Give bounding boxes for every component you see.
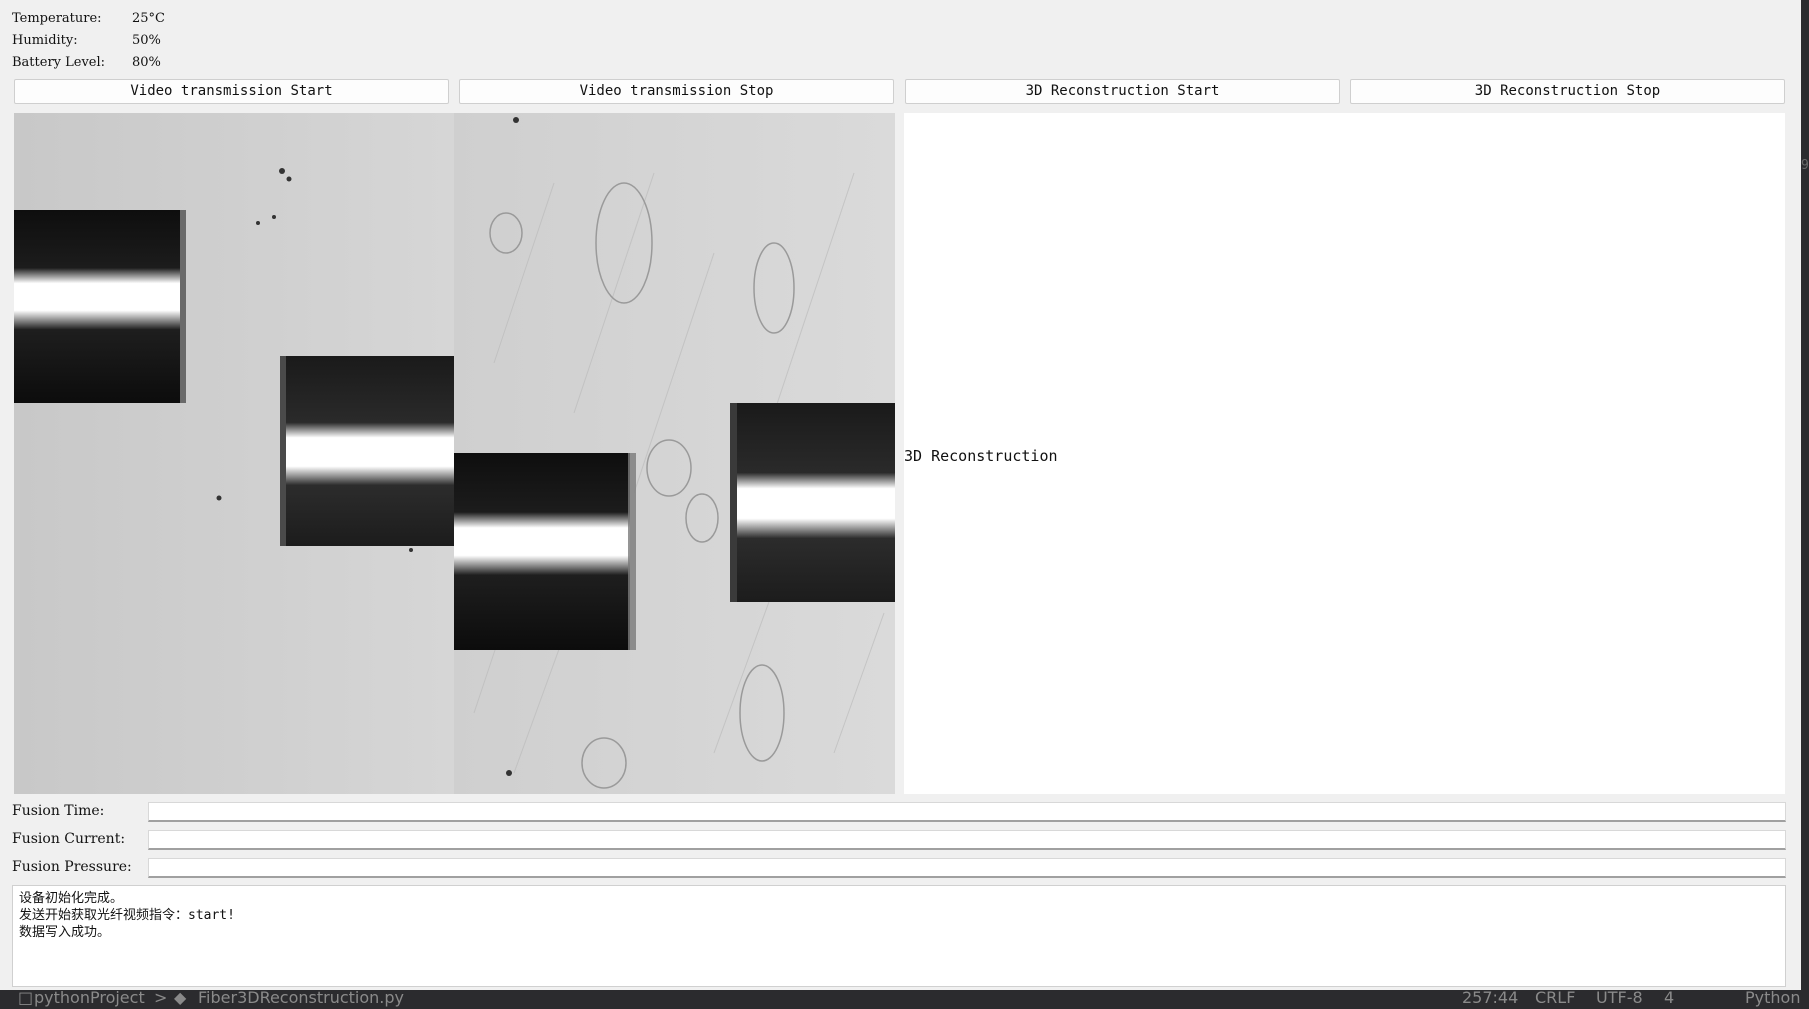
battery-label: Battery Level: xyxy=(12,55,106,70)
ide-status-bar: □ pythonProject > ◆ Fiber3DReconstructio… xyxy=(0,990,1809,1009)
interpreter[interactable]: Python xyxy=(1745,990,1800,1007)
indent[interactable]: 4 xyxy=(1664,990,1674,1007)
encoding[interactable]: UTF-8 xyxy=(1596,990,1643,1007)
reconstruction-label: 3D Reconstruction xyxy=(904,447,1058,465)
ide-gutter-glyph: 9 xyxy=(1801,158,1809,173)
temperature-row: Temperature: 25°C xyxy=(12,11,165,26)
log-line: 发送开始获取光纤视频指令：start! xyxy=(19,908,235,923)
app-window: Temperature: 25°C Humidity: 50% Battery Le… xyxy=(0,0,1801,998)
humidity-value: 50% xyxy=(132,33,161,48)
video-stop-button[interactable]: Video transmission Stop xyxy=(459,79,894,104)
reconstruction-panel: 3D Reconstruction xyxy=(904,113,1785,794)
python-file-icon: ◆ xyxy=(174,990,187,1007)
fiber-microscope-image xyxy=(14,113,895,794)
video-start-button[interactable]: Video transmission Start xyxy=(14,79,449,104)
fusion-pressure-field[interactable] xyxy=(148,858,1786,878)
file-name[interactable]: Fiber3DReconstruction.py xyxy=(198,990,404,1007)
temperature-label: Temperature: xyxy=(12,11,102,26)
project-icon: □ xyxy=(18,990,34,1007)
fusion-time-field[interactable] xyxy=(148,802,1786,822)
fusion-pressure-label: Fusion Pressure: xyxy=(12,859,132,875)
humidity-label: Humidity: xyxy=(12,33,78,48)
log-line: 设备初始化完成。 xyxy=(19,891,124,906)
fusion-current-label: Fusion Current: xyxy=(12,831,126,847)
fusion-time-label: Fusion Time: xyxy=(12,803,105,819)
temperature-value: 25°C xyxy=(132,11,165,26)
recon-start-button[interactable]: 3D Reconstruction Start xyxy=(905,79,1340,104)
cursor-position[interactable]: 257:44 xyxy=(1462,990,1518,1007)
battery-value: 80% xyxy=(132,55,161,70)
log-line: 数据写入成功。 xyxy=(19,925,111,940)
ide-right-strip: 9 xyxy=(1801,0,1809,1009)
recon-stop-button[interactable]: 3D Reconstruction Stop xyxy=(1350,79,1785,104)
humidity-row: Humidity: 50% xyxy=(12,33,161,48)
video-feed xyxy=(14,113,895,794)
line-ending[interactable]: CRLF xyxy=(1535,990,1575,1007)
battery-row: Battery Level: 80% xyxy=(12,55,161,70)
breadcrumb-separator: > xyxy=(154,990,168,1007)
log-output[interactable]: 设备初始化完成。 发送开始获取光纤视频指令：start! 数据写入成功。 xyxy=(12,885,1786,987)
project-name[interactable]: pythonProject xyxy=(34,990,145,1007)
fusion-current-field[interactable] xyxy=(148,830,1786,850)
